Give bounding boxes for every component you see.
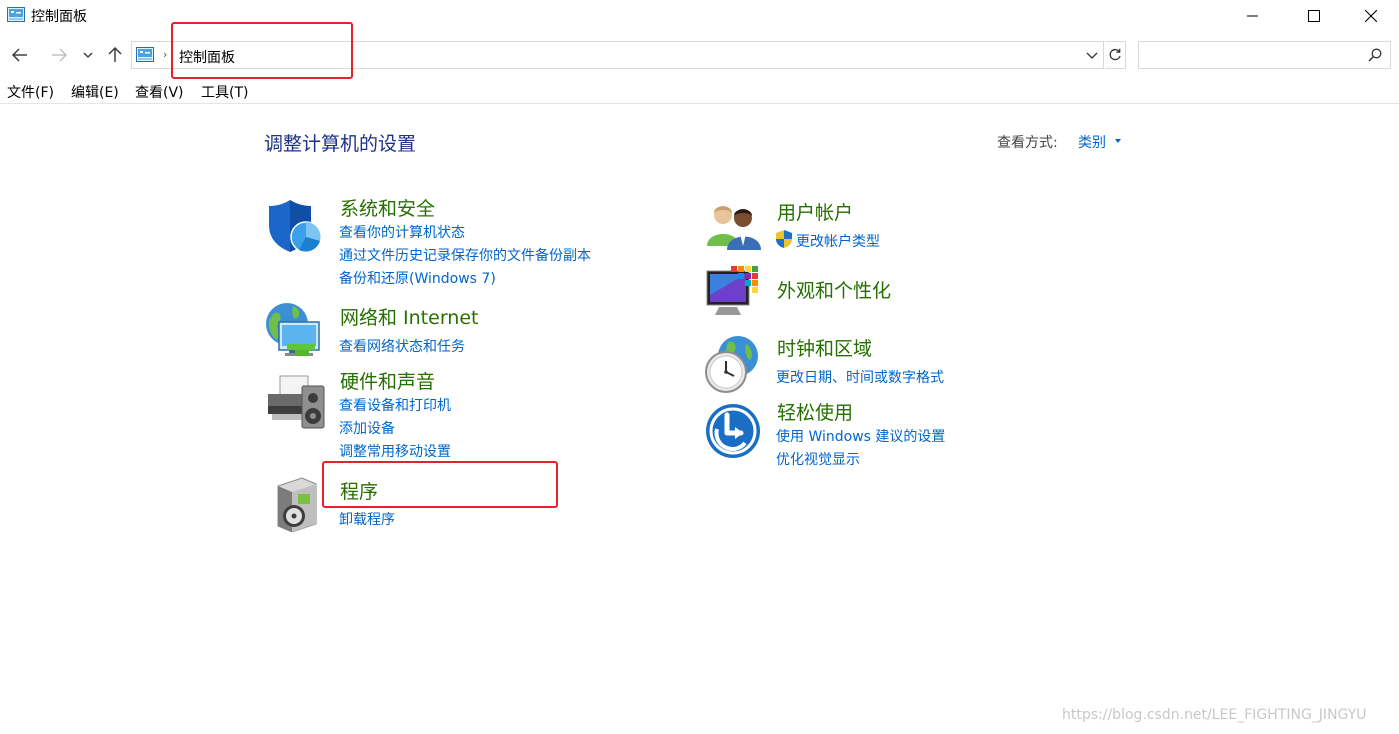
- watermark: https://blog.csdn.net/LEE_FIGHTING_JINGY…: [1062, 707, 1367, 723]
- dropdown-arrow-icon[interactable]: [1115, 139, 1121, 143]
- view-by-dropdown[interactable]: 类别: [1078, 132, 1106, 152]
- link-devices-printers[interactable]: 查看设备和打印机: [339, 395, 451, 415]
- menu-view[interactable]: 查看(V): [135, 82, 184, 102]
- network-globe-icon[interactable]: [265, 300, 327, 360]
- category-network-internet[interactable]: 网络和 Internet: [340, 303, 478, 330]
- link-date-time-format[interactable]: 更改日期、时间或数字格式: [776, 367, 944, 387]
- category-system-security[interactable]: 系统和安全: [340, 194, 435, 221]
- menu-file[interactable]: 文件(F): [7, 82, 54, 102]
- highlight-address-box: [171, 22, 353, 79]
- arrow-left-icon: [12, 48, 27, 62]
- programs-disc-icon[interactable]: [272, 476, 322, 532]
- recent-locations-button[interactable]: [79, 41, 97, 69]
- maximize-button[interactable]: [1285, 0, 1343, 32]
- menu-edit[interactable]: 编辑(E): [71, 82, 119, 102]
- users-icon[interactable]: [705, 200, 763, 250]
- category-hardware-sound[interactable]: 硬件和声音: [340, 367, 435, 394]
- shield-icon[interactable]: [266, 197, 324, 255]
- link-optimize-visual-display[interactable]: 优化视觉显示: [776, 449, 860, 469]
- link-mobility-settings[interactable]: 调整常用移动设置: [339, 441, 451, 461]
- search-input[interactable]: [1138, 41, 1391, 69]
- breadcrumb-separator[interactable]: ›: [163, 48, 167, 61]
- refresh-icon: [1109, 48, 1121, 61]
- link-add-device[interactable]: 添加设备: [339, 418, 395, 438]
- arrow-up-icon: [108, 47, 122, 62]
- link-file-history-backup[interactable]: 通过文件历史记录保存你的文件备份副本: [339, 245, 591, 265]
- minimize-button[interactable]: [1224, 0, 1282, 32]
- arrow-right-icon: [52, 48, 67, 62]
- link-recommended-settings[interactable]: 使用 Windows 建议的设置: [776, 426, 945, 446]
- chevron-down-icon[interactable]: [1084, 47, 1100, 63]
- clock-globe-icon[interactable]: [702, 334, 762, 394]
- maximize-icon: [1308, 10, 1320, 22]
- category-appearance-personalization[interactable]: 外观和个性化: [777, 276, 891, 303]
- link-change-account-type[interactable]: 更改帐户类型: [796, 231, 880, 251]
- chevron-down-icon: [83, 52, 93, 58]
- category-clock-region[interactable]: 时钟和区域: [777, 334, 872, 361]
- uac-shield-icon: [776, 230, 792, 248]
- link-uninstall-program[interactable]: 卸载程序: [339, 509, 395, 529]
- category-ease-of-access[interactable]: 轻松使用: [777, 398, 853, 425]
- close-button[interactable]: [1342, 0, 1399, 32]
- close-icon: [1365, 10, 1377, 22]
- menu-tools[interactable]: 工具(T): [201, 82, 248, 102]
- category-user-accounts[interactable]: 用户帐户: [777, 198, 853, 225]
- ease-of-access-icon[interactable]: [705, 403, 761, 459]
- page-title: 调整计算机的设置: [264, 133, 417, 155]
- minimize-icon: [1247, 15, 1258, 17]
- highlight-programs-box: [322, 461, 558, 508]
- search-icon: [1368, 48, 1382, 62]
- control-panel-icon: [7, 7, 25, 22]
- view-by-label: 查看方式:: [997, 135, 1058, 151]
- link-network-status[interactable]: 查看网络状态和任务: [339, 336, 465, 356]
- printer-speaker-icon[interactable]: [266, 374, 326, 430]
- link-backup-restore[interactable]: 备份和还原(Windows 7): [339, 268, 496, 288]
- menu-bar: 文件(F) 编辑(E) 查看(V) 工具(T): [0, 80, 1399, 104]
- forward-button[interactable]: [47, 41, 71, 69]
- up-button[interactable]: [103, 41, 127, 69]
- link-view-computer-status[interactable]: 查看你的计算机状态: [339, 222, 465, 242]
- back-button[interactable]: [8, 41, 32, 69]
- refresh-button[interactable]: [1105, 41, 1126, 69]
- window-title: 控制面板: [31, 9, 87, 25]
- monitor-palette-icon[interactable]: [705, 265, 763, 321]
- control-panel-icon: [136, 47, 154, 62]
